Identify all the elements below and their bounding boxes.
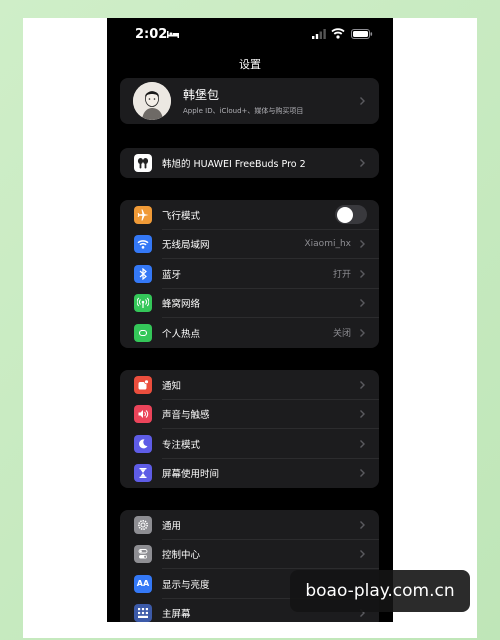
hourglass-icon <box>134 464 152 483</box>
page-title: 设置 <box>239 58 261 71</box>
profile-name: 韩堡包 <box>183 88 220 102</box>
device-label: 韩旭的 HUAWEI FreeBuds Pro 2 <box>162 158 306 170</box>
chevron-right-icon <box>360 299 365 308</box>
switches-icon <box>134 545 152 564</box>
moon-icon <box>134 434 152 453</box>
bluetooth-value: 打开 <box>332 270 351 281</box>
chevron-right-icon <box>360 520 365 529</box>
notification-label: 通知 <box>162 380 182 392</box>
avatar <box>133 82 171 120</box>
gear-icon <box>134 515 152 534</box>
chevron-right-icon <box>360 410 365 419</box>
profile-subtitle: Apple ID、iCloud+、媒体与购买项目 <box>183 107 304 115</box>
wifi-status-icon <box>331 28 345 39</box>
bluetooth-row[interactable]: 蓝牙 打开 <box>120 259 379 289</box>
connectivity-group: 飞行模式 无线局域网 Xiaomi_hx 蓝牙 打开 蜂窝网络 个人热点 关闭 <box>120 200 379 348</box>
hotspot-row[interactable]: 个人热点 关闭 <box>120 318 379 348</box>
sleep-bed-icon <box>167 31 179 38</box>
profile-group: 韩堡包 Apple ID、iCloud+、媒体与购买项目 <box>120 78 379 124</box>
screen-time-row[interactable]: 屏幕使用时间 <box>120 459 379 489</box>
wlan-label: 无线局域网 <box>162 240 210 252</box>
control-center-row[interactable]: 控制中心 <box>120 540 379 569</box>
signal-icon <box>312 29 326 39</box>
cellular-label: 蜂窝网络 <box>162 299 201 311</box>
phone-screen: 2:02 设置 韩堡包 Apple ID、iCloud+、媒体与购买项目 韩旭的… <box>107 18 393 622</box>
hotspot-label: 个人热点 <box>162 328 201 340</box>
apple-id-row[interactable]: 韩堡包 Apple ID、iCloud+、媒体与购买项目 <box>120 78 379 124</box>
battery-icon <box>351 29 373 39</box>
earbuds-icon <box>134 153 152 172</box>
focus-label: 专注模式 <box>162 439 201 451</box>
bluetooth-icon <box>134 264 152 283</box>
notifications-group: 通知 声音与触感 专注模式 屏幕使用时间 <box>120 370 379 488</box>
watermark: boao-play.com.cn <box>290 570 470 612</box>
wlan-value: Xiaomi_hx <box>304 239 352 250</box>
airplane-mode-toggle[interactable] <box>335 205 367 225</box>
bluetooth-label: 蓝牙 <box>162 269 182 281</box>
text-size-icon: AA <box>134 574 152 593</box>
wlan-row[interactable]: 无线局域网 Xiaomi_hx <box>120 230 379 259</box>
status-time: 2:02 <box>135 27 168 42</box>
wifi-icon <box>134 235 152 254</box>
screen-time-label: 屏幕使用时间 <box>162 469 220 481</box>
control-center-label: 控制中心 <box>162 550 201 562</box>
hotspot-icon <box>134 323 152 342</box>
cellular-icon <box>134 294 152 313</box>
airplane-mode-row[interactable]: 飞行模式 <box>120 200 379 230</box>
hotspot-value: 关闭 <box>332 329 351 340</box>
notification-icon <box>134 375 152 394</box>
sound-label: 声音与触感 <box>162 410 210 422</box>
notification-row[interactable]: 通知 <box>120 370 379 400</box>
cellular-row[interactable]: 蜂窝网络 <box>120 289 379 318</box>
status-bar: 2:02 <box>107 18 393 50</box>
sound-row[interactable]: 声音与触感 <box>120 400 379 429</box>
chevron-right-icon <box>360 240 365 249</box>
chevron-right-icon <box>360 439 365 448</box>
airplane-mode-label: 飞行模式 <box>162 210 201 222</box>
sound-icon <box>134 405 152 424</box>
home-grid-icon <box>134 604 152 622</box>
device-group: 韩旭的 HUAWEI FreeBuds Pro 2 <box>120 148 379 178</box>
chevron-right-icon <box>360 469 365 478</box>
freebuds-row[interactable]: 韩旭的 HUAWEI FreeBuds Pro 2 <box>120 148 379 178</box>
chevron-right-icon <box>360 97 365 105</box>
airplane-icon <box>134 205 152 224</box>
general-label: 通用 <box>162 520 182 532</box>
chevron-right-icon <box>360 380 365 389</box>
chevron-right-icon <box>360 328 365 337</box>
focus-row[interactable]: 专注模式 <box>120 429 379 459</box>
chevron-right-icon <box>360 550 365 559</box>
general-row[interactable]: 通用 <box>120 510 379 540</box>
toggle-knob <box>336 206 353 223</box>
chevron-right-icon <box>360 158 365 167</box>
chevron-right-icon <box>360 269 365 278</box>
